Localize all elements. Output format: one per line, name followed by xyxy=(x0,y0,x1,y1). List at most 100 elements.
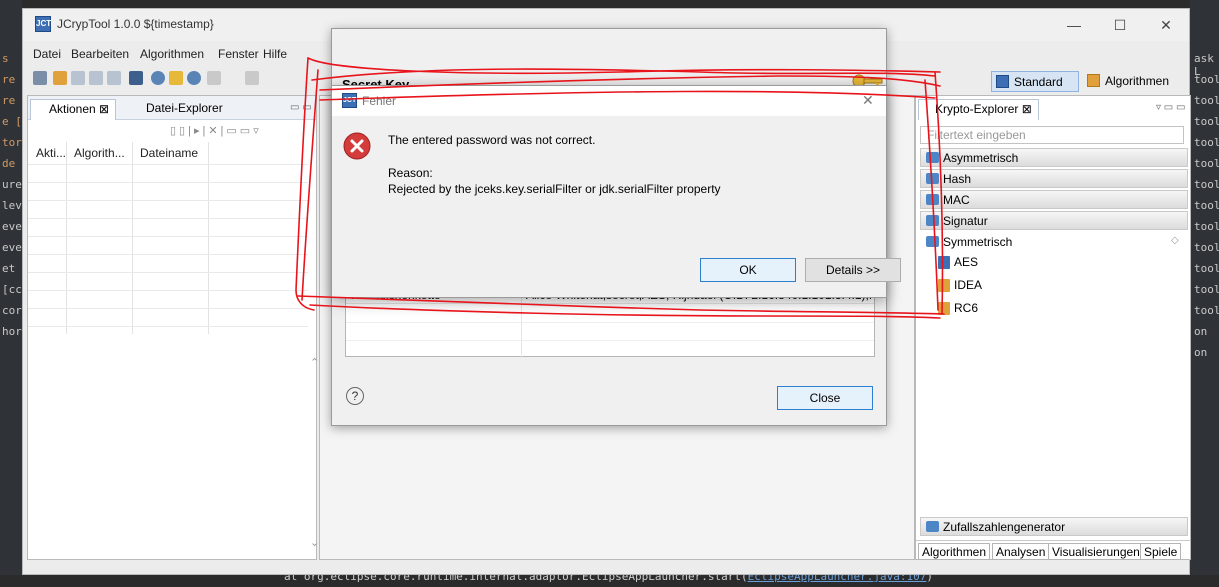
perspective-algorithms-label: Algorithmen xyxy=(1105,74,1170,88)
console-area: at org.eclipse.core.runtime.internal.ada… xyxy=(0,570,1219,587)
edit-icon[interactable] xyxy=(245,71,259,85)
actions-panel: Aktionen ⊠ Datei-Explorer ▭ ▭ ▯▯|▸|✕|▭▭▿… xyxy=(27,95,317,560)
category-asymmetrisch[interactable]: Asymmetrisch xyxy=(920,148,1188,167)
background-text-fragment: tool. xyxy=(1194,136,1219,149)
tab-algorithmen[interactable]: Algorithmen xyxy=(918,543,991,560)
app-icon: JCT xyxy=(35,16,51,32)
details-button[interactable]: Details >> xyxy=(805,258,901,282)
save-all-icon[interactable] xyxy=(89,71,103,85)
tab-krypto-explorer[interactable]: Krypto-Explorer ⊠ xyxy=(918,99,1039,120)
filter-input[interactable]: Filtertext eingeben xyxy=(920,126,1184,144)
background-text-fragment: cor xyxy=(2,304,22,317)
background-text-fragment: tool. xyxy=(1194,73,1219,86)
column-dateiname[interactable]: Dateiname xyxy=(140,146,198,160)
leaf-aes[interactable]: AES xyxy=(938,255,978,269)
background-text-fragment: hor xyxy=(2,325,22,338)
tab-aktionen-label: Aktionen ⊠ xyxy=(49,102,110,116)
folder-icon xyxy=(926,152,939,163)
minimize-button[interactable]: — xyxy=(1051,13,1097,37)
error-reason: Rejected by the jceks.key.serialFilter o… xyxy=(388,182,721,196)
category-zufallszahlengenerator[interactable]: Zufallszahlengenerator xyxy=(920,517,1188,536)
table-row xyxy=(28,236,308,237)
background-text-fragment: s xyxy=(2,52,9,65)
folder-icon xyxy=(926,521,939,532)
bulb-icon[interactable] xyxy=(169,71,183,85)
view-menu-icon[interactable]: ▿ ▭ ▭ xyxy=(1156,102,1185,113)
left-view-toolbar: ▯▯|▸|✕|▭▭▿ xyxy=(28,120,316,140)
scroll-up-icon[interactable]: ⌃ xyxy=(310,356,319,369)
ok-button[interactable]: OK xyxy=(700,258,796,282)
open-icon[interactable] xyxy=(53,71,67,85)
table-row xyxy=(346,340,874,341)
print-icon[interactable] xyxy=(107,71,121,85)
tab-datei-explorer[interactable]: Datei-Explorer xyxy=(126,99,229,120)
category-label: Symmetrisch xyxy=(943,235,1013,249)
tab-visualisierungen[interactable]: Visualisierungen xyxy=(1048,543,1144,560)
table-row xyxy=(28,164,308,165)
console-icon[interactable] xyxy=(129,71,143,85)
menu-datei[interactable]: Datei xyxy=(33,47,61,61)
background-text-fragment: tool. xyxy=(1194,115,1219,128)
explorer-bottom-tabs: Algorithmen Analysen Visualisierungen Sp… xyxy=(916,540,1190,560)
background-text-fragment: lev xyxy=(2,199,22,212)
close-button[interactable]: Close xyxy=(777,386,873,410)
error-reason-label: Reason: xyxy=(388,166,433,180)
help-button[interactable]: ? xyxy=(346,387,364,405)
collapse-icon[interactable]: ◇ xyxy=(1171,235,1179,246)
menu-hilfe[interactable]: Hilfe xyxy=(263,47,287,61)
minimize-view-icon[interactable]: ▭ ▭ xyxy=(290,102,312,113)
leaf-rc6[interactable]: RC6 xyxy=(938,301,978,315)
table-row xyxy=(28,272,308,273)
close-window-button[interactable]: ✕ xyxy=(1143,13,1189,37)
globe-icon[interactable] xyxy=(151,71,165,85)
background-text-fragment: tool. xyxy=(1194,241,1219,254)
column-algorithmus[interactable]: Algorith... xyxy=(74,146,125,160)
save-icon[interactable] xyxy=(71,71,85,85)
tab-spiele[interactable]: Spiele xyxy=(1140,543,1182,560)
category-symmetrisch[interactable]: Symmetrisch ◇ xyxy=(920,232,1188,251)
background-text-fragment: e [ xyxy=(2,115,22,128)
background-text-fragment: eve xyxy=(2,241,22,254)
table-row xyxy=(28,218,308,219)
menu-algorithmen[interactable]: Algorithmen xyxy=(140,47,204,61)
help-icon[interactable] xyxy=(187,71,201,85)
background-text-fragment: tool. xyxy=(1194,199,1219,212)
table-row xyxy=(346,322,874,323)
perspective-standard[interactable]: Standard xyxy=(991,71,1079,92)
table-row xyxy=(28,308,308,309)
perspective-standard-label: Standard xyxy=(1014,75,1063,89)
category-signatur[interactable]: Signatur xyxy=(920,211,1188,230)
idea-icon xyxy=(938,279,950,292)
menu-bearbeiten[interactable]: Bearbeiten xyxy=(71,47,129,61)
category-mac[interactable]: MAC xyxy=(920,190,1188,209)
table-row xyxy=(28,290,308,291)
tab-analysen[interactable]: Analysen xyxy=(992,543,1050,560)
folder-icon xyxy=(926,215,939,226)
scroll-down-icon[interactable]: ⌄ xyxy=(310,536,319,549)
app-icon: JCT xyxy=(342,93,357,108)
background-text-fragment: tool. xyxy=(1194,157,1219,170)
error-dialog-titlebar[interactable]: JCT Fehler ✕ xyxy=(332,86,886,116)
standard-perspective-icon xyxy=(996,75,1009,88)
menu-fenster[interactable]: Fenster xyxy=(218,47,259,61)
column-akti[interactable]: Akti... xyxy=(36,146,66,160)
tab-aktionen[interactable]: Aktionen ⊠ xyxy=(30,99,117,120)
navigate-icon[interactable] xyxy=(207,71,221,85)
background-text-fragment: tor xyxy=(2,136,22,149)
table-row xyxy=(28,326,308,327)
background-text-fragment: ure xyxy=(2,178,22,191)
new-icon[interactable] xyxy=(33,71,47,85)
view-toolbar-icons[interactable]: ▯▯|▸|✕|▭▭▿ xyxy=(170,124,262,137)
category-hash[interactable]: Hash xyxy=(920,169,1188,188)
perspective-algorithms[interactable]: Algorithmen xyxy=(1083,71,1169,92)
close-icon[interactable]: ✕ xyxy=(862,92,874,109)
tab-krypto-explorer-label: Krypto-Explorer ⊠ xyxy=(935,102,1032,116)
maximize-button[interactable]: ☐ xyxy=(1097,13,1143,37)
error-dialog: JCT Fehler ✕ The entered password was no… xyxy=(331,85,901,298)
table-row xyxy=(28,182,308,183)
background-text-fragment: re xyxy=(2,94,16,107)
category-label: MAC xyxy=(943,193,970,207)
background-text-fragment: tool. xyxy=(1194,262,1219,275)
error-icon xyxy=(342,131,372,161)
leaf-idea[interactable]: IDEA xyxy=(938,278,982,292)
